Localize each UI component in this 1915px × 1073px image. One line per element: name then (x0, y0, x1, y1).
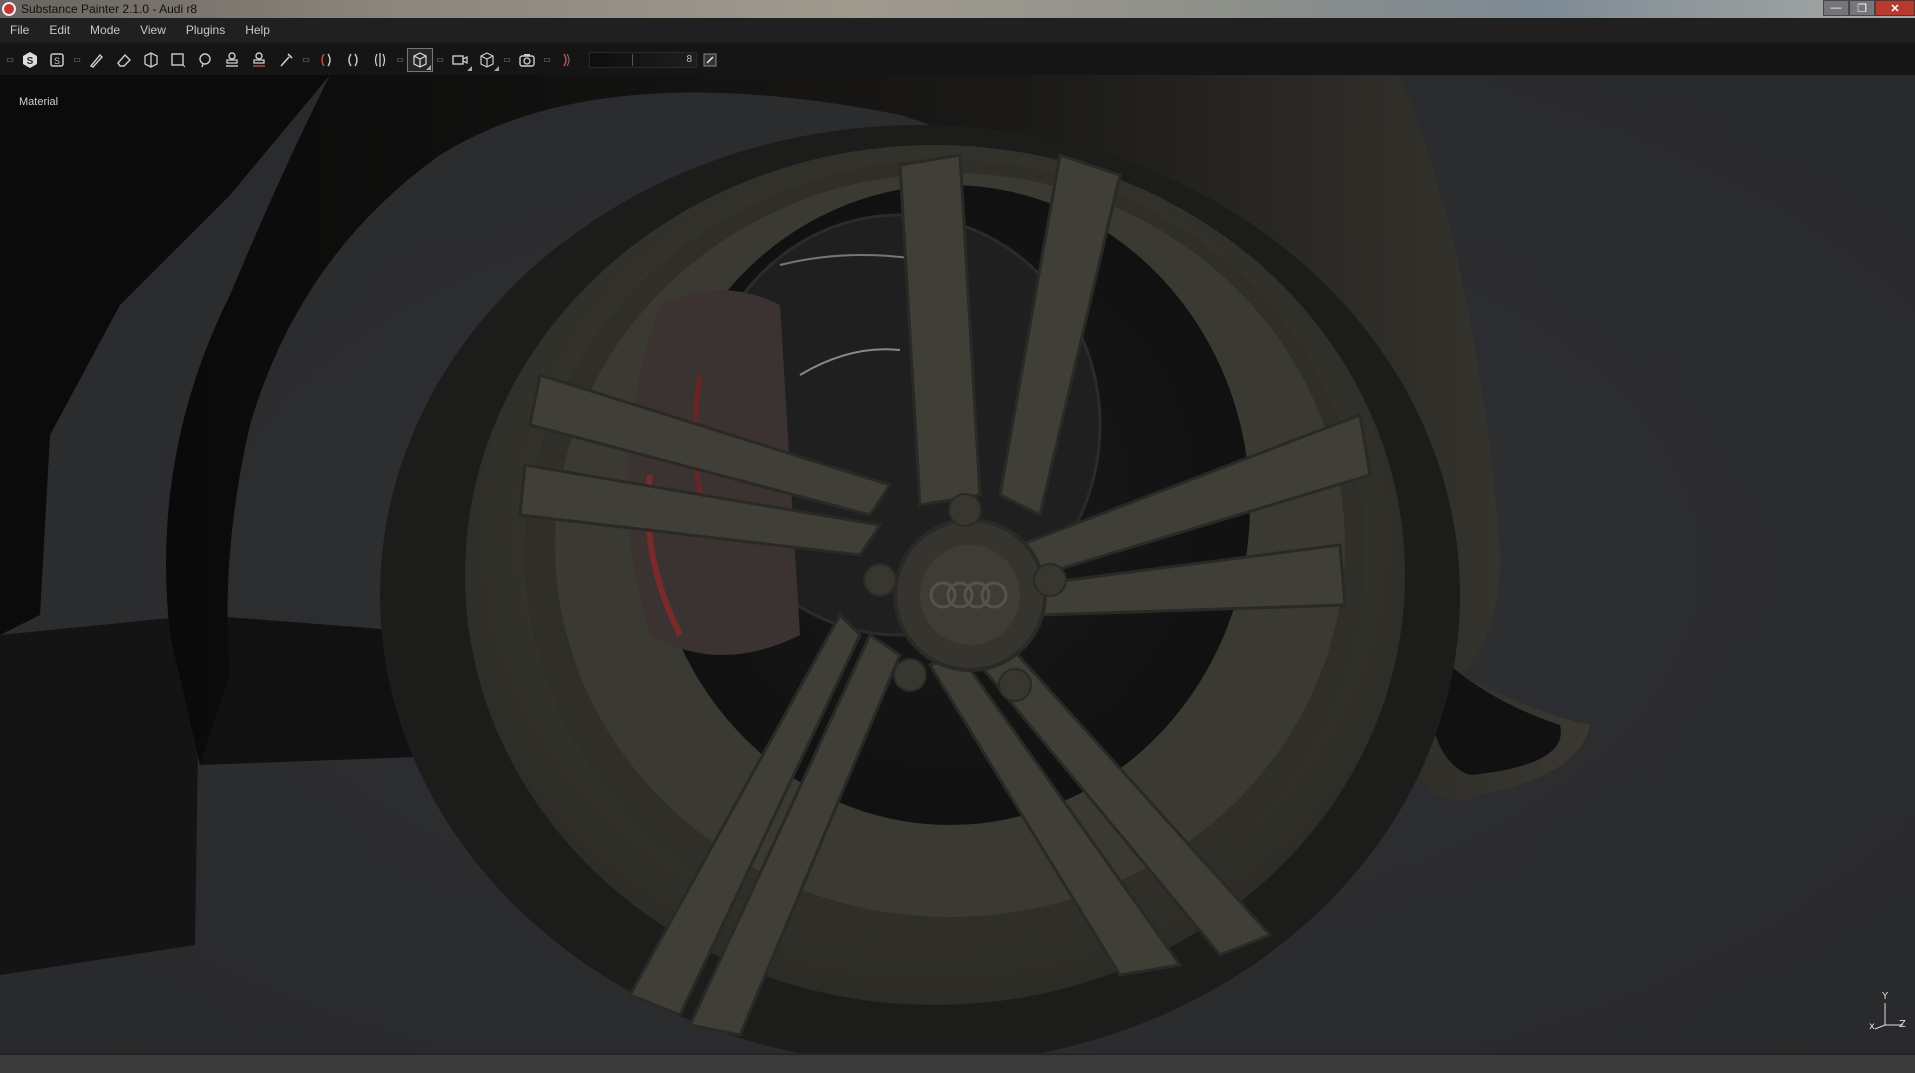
status-bar (0, 1053, 1915, 1073)
axis-y-label: Y (1882, 991, 1889, 1002)
view-options-icon[interactable]: ▭ (394, 48, 406, 72)
clone-icon[interactable] (219, 48, 245, 72)
maximize-button[interactable]: ❐ (1849, 0, 1875, 16)
menu-help[interactable]: Help (235, 23, 280, 37)
3d-viewport[interactable]: Material Y x Z (0, 75, 1915, 1053)
render-options-icon[interactable]: ▭ (501, 48, 513, 72)
menu-file[interactable]: File (0, 23, 39, 37)
symmetry-icon[interactable] (313, 48, 339, 72)
camera-orbit-icon[interactable] (474, 48, 500, 72)
screenshot-options-icon[interactable]: ▭ (541, 48, 553, 72)
edit-value-icon[interactable] (697, 48, 723, 72)
bake-icon[interactable]: S (44, 48, 70, 72)
mirror-axis-icon[interactable] (367, 48, 393, 72)
axis-z-label: Z (1899, 1019, 1906, 1030)
toolbar: ▭ S S ▭ ▭ ▭ ▭ ▭ ▭ 8 (0, 44, 1915, 75)
paint-brush-icon[interactable] (84, 48, 110, 72)
stamp-icon[interactable] (246, 48, 272, 72)
wheel-render (0, 75, 1915, 1053)
camera-options-icon[interactable]: ▭ (434, 48, 446, 72)
eraser-icon[interactable] (111, 48, 137, 72)
brush-size-slider[interactable]: 8 (589, 51, 697, 68)
menu-edit[interactable]: Edit (39, 23, 80, 37)
substance-logo-icon[interactable]: S (17, 48, 43, 72)
menu-bar: File Edit Mode View Plugins Help (0, 18, 1915, 43)
tool-options-icon[interactable]: ▭ (71, 48, 83, 72)
parenthesis-icon[interactable] (554, 48, 580, 72)
title-bar: Substance Painter 2.1.0 - Audi r8 — ❐ ✕ (0, 0, 1915, 18)
slider-knob[interactable] (632, 53, 633, 66)
camera-icon[interactable] (447, 48, 473, 72)
axis-x-label: x (1869, 1021, 1875, 1032)
window-controls: — ❐ ✕ (1823, 0, 1915, 18)
picker-options-icon[interactable]: ▭ (300, 48, 312, 72)
close-button[interactable]: ✕ (1875, 0, 1915, 16)
menu-plugins[interactable]: Plugins (176, 23, 235, 37)
menu-mode[interactable]: Mode (80, 23, 130, 37)
menu-view[interactable]: View (130, 23, 176, 37)
smudge-icon[interactable] (192, 48, 218, 72)
toolbar-expand-icon[interactable]: ▭ (4, 48, 16, 72)
screenshot-icon[interactable] (514, 48, 540, 72)
minimize-button[interactable]: — (1823, 0, 1849, 16)
app-logo-icon (2, 2, 16, 16)
window-title: Substance Painter 2.1.0 - Audi r8 (21, 2, 198, 16)
polygon-fill-icon[interactable] (165, 48, 191, 72)
cube-view-icon[interactable] (407, 47, 433, 72)
svg-text:S: S (54, 56, 60, 66)
color-picker-icon[interactable] (273, 48, 299, 72)
slider-value: 8 (686, 54, 692, 65)
svg-text:S: S (27, 56, 34, 67)
axis-gizmo: Y x Z (1867, 991, 1907, 1035)
viewport-mode-label: Material (19, 96, 59, 108)
projection-icon[interactable] (138, 48, 164, 72)
mirror-icon[interactable] (340, 48, 366, 72)
